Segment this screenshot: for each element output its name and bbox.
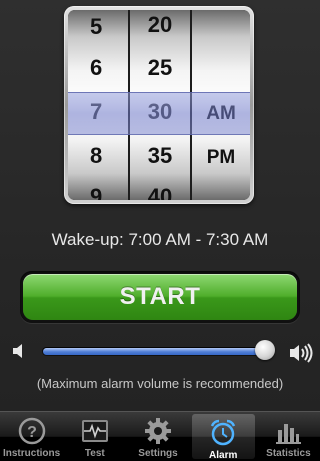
volume-slider-fill [43, 348, 264, 355]
period-item-selected: AM [206, 103, 236, 124]
hour-item: 9 [90, 184, 103, 201]
tab-label: Statistics [266, 448, 311, 459]
tab-test[interactable]: Test [63, 412, 126, 461]
tab-label: Settings [138, 448, 178, 459]
wakeup-window-text: Wake-up: 7:00 AM - 7:30 AM [51, 230, 269, 249]
minute-item: 40 [147, 184, 173, 201]
tab-bar: ? Instructions Test Settings Alarm Stati… [0, 411, 320, 461]
alarm-clock-icon [208, 418, 238, 448]
start-button-frame: START [20, 271, 300, 323]
tab-label: Alarm [209, 450, 238, 461]
minute-item: 25 [147, 55, 173, 80]
hour-wheel[interactable]: 5 6 7 8 9 [68, 10, 128, 200]
tab-alarm[interactable]: Alarm [191, 414, 255, 461]
minute-item: 20 [147, 12, 173, 37]
start-button[interactable]: START [23, 274, 297, 320]
time-picker: 5 6 7 8 9 20 25 30 35 40 AM PM [64, 6, 254, 204]
volume-slider-thumb[interactable] [255, 340, 275, 360]
volume-max-icon [290, 343, 314, 368]
tab-label: Instructions [2, 448, 61, 459]
minute-item: 35 [147, 143, 173, 168]
volume-hint: (Maximum alarm volume is recommended) [36, 376, 284, 391]
minute-item-selected: 30 [147, 99, 173, 124]
hour-item: 6 [90, 55, 103, 80]
tab-settings[interactable]: Settings [126, 412, 189, 461]
svg-text:?: ? [27, 424, 37, 441]
bar-chart-icon [273, 416, 303, 446]
hour-item-selected: 7 [90, 99, 103, 124]
period-wheel[interactable]: AM PM [192, 10, 250, 200]
question-circle-icon: ? [17, 416, 47, 446]
minute-wheel[interactable]: 20 25 30 35 40 [130, 10, 190, 200]
hour-item: 8 [90, 143, 103, 168]
gear-icon [143, 416, 173, 446]
pulse-monitor-icon [80, 416, 110, 446]
volume-slider-track[interactable] [42, 347, 272, 356]
hour-item: 5 [90, 14, 103, 39]
period-item: PM [206, 147, 236, 168]
tab-label: Test [84, 448, 105, 459]
time-picker-inner: 5 6 7 8 9 20 25 30 35 40 AM PM [68, 10, 250, 200]
volume-min-icon [13, 343, 25, 364]
tab-statistics[interactable]: Statistics [257, 412, 320, 461]
tab-instructions[interactable]: ? Instructions [0, 412, 63, 461]
